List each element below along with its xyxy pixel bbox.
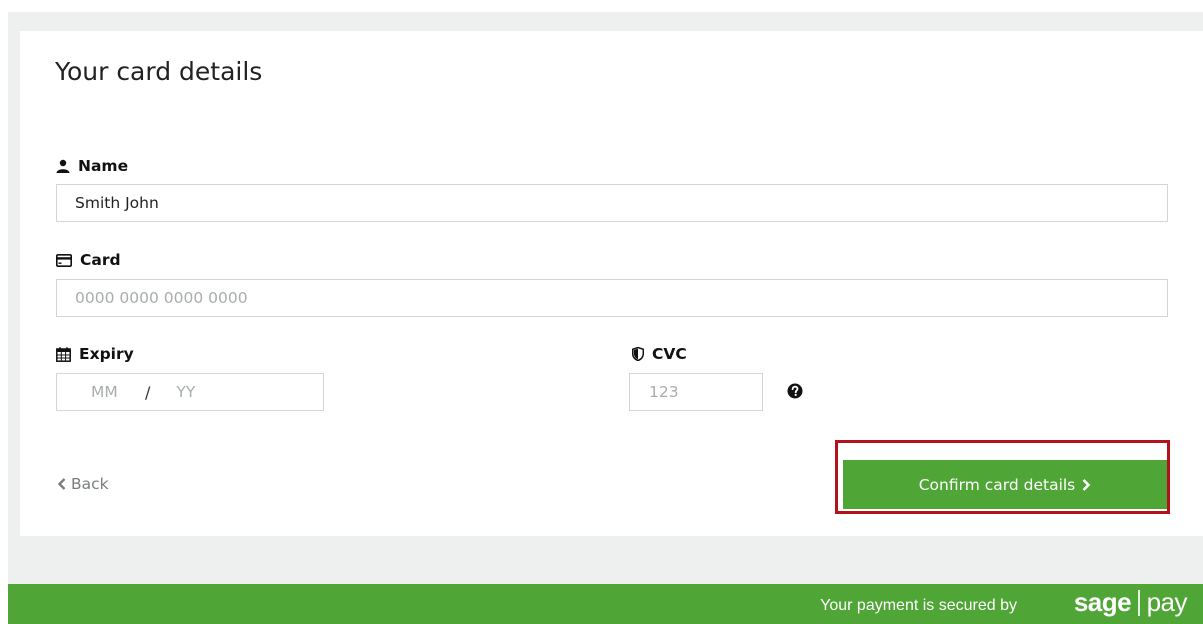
name-input[interactable] — [56, 184, 1168, 222]
credit-card-icon — [56, 253, 72, 267]
chevron-right-icon — [1082, 478, 1091, 491]
card-label-text: Card — [80, 251, 121, 269]
card-number-input[interactable] — [56, 279, 1168, 317]
name-label: Name — [56, 157, 128, 175]
expiry-label: Expiry — [56, 345, 134, 363]
cvc-input[interactable] — [629, 373, 763, 411]
name-label-text: Name — [78, 157, 129, 175]
confirm-card-details-button[interactable]: Confirm card details — [843, 460, 1167, 509]
brand-divider — [1138, 589, 1140, 616]
cvc-label-text: CVC — [652, 345, 687, 363]
confirm-label: Confirm card details — [918, 475, 1076, 494]
calendar-icon — [56, 346, 71, 362]
page-title: Your card details — [55, 57, 263, 86]
expiry-separator: / — [145, 382, 151, 402]
back-link[interactable]: Back — [57, 475, 109, 493]
expiry-year-input[interactable] — [176, 383, 237, 401]
brand-pay: pay — [1146, 587, 1188, 617]
secured-by-text: Your payment is secured by — [820, 597, 1017, 614]
expiry-month-input[interactable] — [91, 383, 145, 401]
back-label: Back — [71, 475, 109, 493]
cvc-label: CVC — [632, 345, 687, 363]
question-circle-icon[interactable] — [787, 383, 803, 399]
card-label: Card — [56, 251, 121, 269]
shield-icon — [632, 347, 644, 361]
brand-sage: sage — [1073, 587, 1132, 617]
chevron-left-icon — [57, 478, 66, 490]
footer-bar: Your payment is secured by sage pay — [8, 584, 1203, 624]
payment-page: Your card details Name Card — [0, 0, 1203, 624]
user-icon — [56, 159, 70, 173]
sage-pay-logo: sage pay — [1073, 587, 1188, 618]
expiry-field: / — [56, 373, 324, 411]
expiry-label-text: Expiry — [79, 345, 134, 363]
